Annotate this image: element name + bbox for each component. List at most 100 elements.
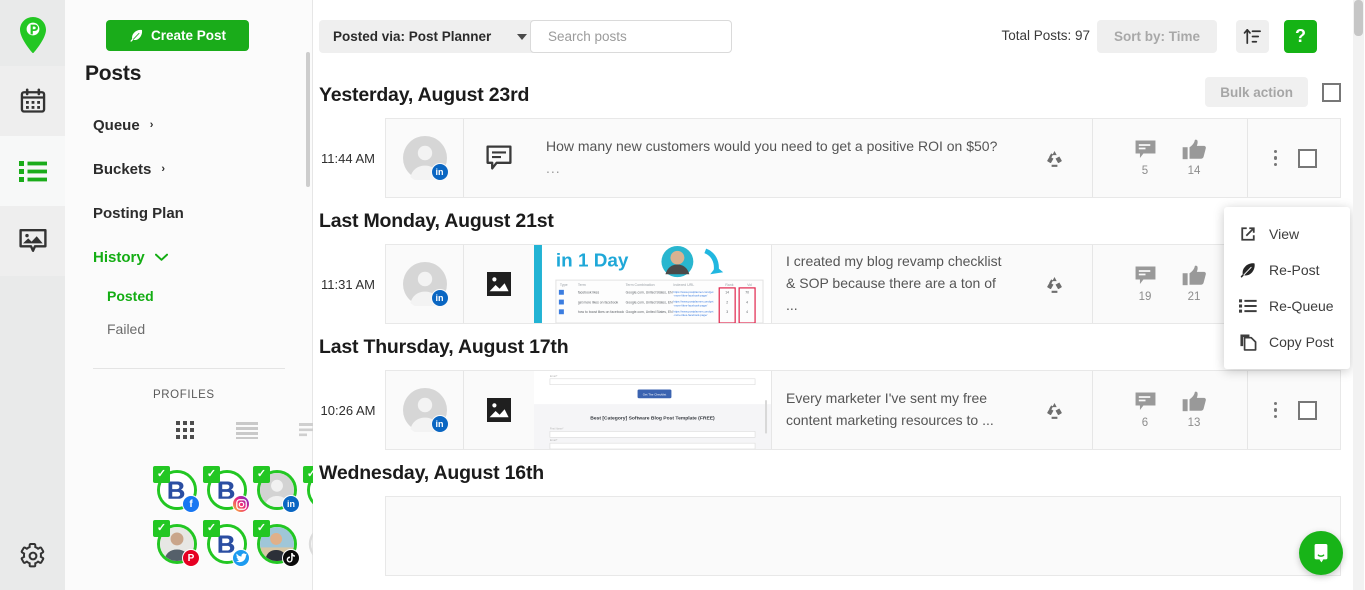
text-post-icon	[486, 145, 512, 170]
like-stat: 14	[1182, 139, 1207, 177]
linkedin-badge-icon: in	[282, 495, 300, 513]
svg-text:First Name*: First Name*	[550, 427, 564, 431]
recycle-icon	[1047, 276, 1062, 293]
profile-pinterest[interactable]: ✓ P	[153, 520, 201, 568]
sort-by-button[interactable]: Sort by: Time	[1096, 20, 1217, 53]
context-menu-item-re-post[interactable]: Re-Post	[1224, 252, 1350, 288]
comment-icon	[1135, 392, 1155, 410]
post-select-checkbox[interactable]	[1298, 400, 1318, 420]
post-thumbnail-cell: Email* Get The Checklist Best [Category]…	[534, 371, 772, 449]
profile-linkedin-person[interactable]: ✓ in	[253, 466, 301, 514]
rail-item-media[interactable]	[0, 206, 65, 276]
list-view-icon[interactable]	[236, 421, 258, 444]
page-scrollbar-thumb[interactable]	[1354, 0, 1363, 36]
post-text: Every marketer I've sent my free content…	[786, 390, 994, 428]
feather-icon	[1240, 263, 1255, 278]
svg-text:https://www.postplanner.com/ge: https://www.postplanner.com/get	[673, 290, 713, 294]
post-select-checkbox[interactable]	[1298, 148, 1318, 168]
group-header: Wednesday, August 16th	[313, 450, 1365, 496]
svg-text:3: 3	[726, 310, 728, 314]
recycle-icon	[1047, 150, 1062, 167]
post-stats-cell: 6 13	[1093, 371, 1248, 449]
linkedin-badge-icon: in	[430, 163, 449, 181]
comment-count: 19	[1138, 291, 1152, 303]
post-more-menu-button[interactable]	[1271, 399, 1281, 422]
svg-text:Term: Term	[578, 283, 586, 287]
post-group: Yesterday, August 23rd Bulk action 11:44…	[313, 72, 1365, 198]
profile-view-toggles	[175, 420, 335, 445]
map-pin-logo-icon	[19, 17, 46, 53]
grid-view-icon[interactable]	[175, 420, 195, 445]
image-post-icon	[487, 272, 511, 296]
sidebar-item-posted[interactable]: Posted	[65, 279, 313, 312]
divider	[93, 368, 285, 369]
post-recycle-cell[interactable]	[1017, 119, 1093, 197]
post-ellipsis: ...	[546, 160, 561, 176]
sidebar-item-posting-plan[interactable]: Posting Plan	[65, 191, 313, 235]
profile-instagram[interactable]: ✓	[203, 466, 251, 514]
context-menu-item-copy-post[interactable]: Copy Post	[1224, 324, 1350, 360]
post-time: 10:26 AM	[320, 402, 376, 418]
sidebar-item-history[interactable]: History	[65, 235, 313, 279]
app-root: Create Post Posts Queue › Buckets › Post…	[0, 0, 1365, 590]
sidebar-item-queue[interactable]: Queue ›	[65, 103, 313, 147]
context-menu-label: Re-Queue	[1269, 298, 1334, 314]
post-more-menu-button[interactable]	[1271, 147, 1281, 170]
post-recycle-cell[interactable]	[1017, 245, 1093, 323]
svg-text:14: 14	[725, 291, 729, 295]
rail-item-posts[interactable]	[0, 136, 65, 206]
context-menu-item-view[interactable]: View	[1224, 216, 1350, 252]
post-text-cell: Every marketer I've sent my free content…	[772, 371, 1017, 449]
create-post-button[interactable]: Create Post	[106, 20, 249, 51]
svg-text:in 1 Day: in 1 Day	[556, 250, 629, 271]
post-row-wrapper: 11:31 AM in in 1 Day Type Term Term Comb…	[313, 244, 1365, 324]
search-input[interactable]	[548, 29, 725, 44]
selected-check-icon: ✓	[253, 520, 270, 537]
post-avatar-cell: in	[386, 371, 464, 449]
app-logo[interactable]	[0, 4, 65, 66]
total-posts-label: Total Posts: 97	[1001, 28, 1090, 43]
sidebar-scrollbar[interactable]	[306, 52, 310, 187]
linkedin-badge-icon: in	[430, 415, 449, 433]
rail-item-settings[interactable]	[0, 530, 65, 582]
post-type-cell	[464, 119, 534, 197]
intercom-chat-button[interactable]	[1299, 531, 1343, 575]
thumbs-up-icon	[1182, 391, 1206, 412]
sidebar-subitem-label: Posted	[107, 287, 154, 304]
search-box[interactable]	[530, 20, 732, 53]
linkedin-badge-icon: in	[430, 289, 449, 307]
profile-facebook[interactable]: ✓ f	[153, 466, 201, 514]
bulk-action-button[interactable]: Bulk action	[1205, 77, 1308, 107]
sidebar-item-failed[interactable]: Failed	[65, 312, 313, 345]
pinterest-badge-icon: P	[182, 549, 200, 567]
svg-text:https://www.postplanner.com/ge: https://www.postplanner.com/get	[673, 300, 713, 304]
comment-count: 5	[1141, 165, 1149, 177]
context-menu-item-re-queue[interactable]: Re-Queue	[1224, 288, 1350, 324]
sort-direction-button[interactable]	[1236, 20, 1269, 53]
posted-via-dropdown[interactable]: Posted via: Post Planner	[319, 20, 542, 53]
list-icon	[18, 161, 47, 182]
context-menu-label: Copy Post	[1269, 334, 1334, 350]
profile-tiktok[interactable]: ✓	[253, 520, 301, 568]
svg-text:Vol: Vol	[747, 283, 752, 287]
post-type-cell	[464, 371, 534, 449]
post-thumbnail-cell: in 1 Day Type Term Term Combination Indexe…	[534, 245, 772, 323]
twitter-badge-icon	[232, 549, 250, 567]
post-actions-cell	[1248, 371, 1340, 449]
post-recycle-cell[interactable]	[1017, 371, 1093, 449]
calendar-icon	[20, 88, 45, 113]
table-row[interactable]: in	[385, 370, 1341, 450]
page-scrollbar-track[interactable]	[1353, 0, 1364, 590]
svg-text:Google.com, United States, EN: Google.com, United States, EN	[626, 291, 674, 295]
table-row[interactable]	[385, 496, 1341, 576]
table-row[interactable]: in How many new customers would you need…	[385, 118, 1341, 198]
instagram-badge-icon	[232, 495, 250, 513]
thumbs-up-icon	[1182, 265, 1206, 286]
sidebar-item-buckets[interactable]: Buckets ›	[65, 147, 313, 191]
rail-item-calendar[interactable]	[0, 66, 65, 136]
help-button[interactable]: ?	[1284, 20, 1317, 53]
table-row[interactable]: in	[385, 244, 1341, 324]
svg-text:Google.com, United States, EN: Google.com, United States, EN	[626, 301, 674, 305]
select-all-checkbox[interactable]	[1322, 82, 1341, 102]
profile-twitter[interactable]: ✓	[203, 520, 251, 568]
